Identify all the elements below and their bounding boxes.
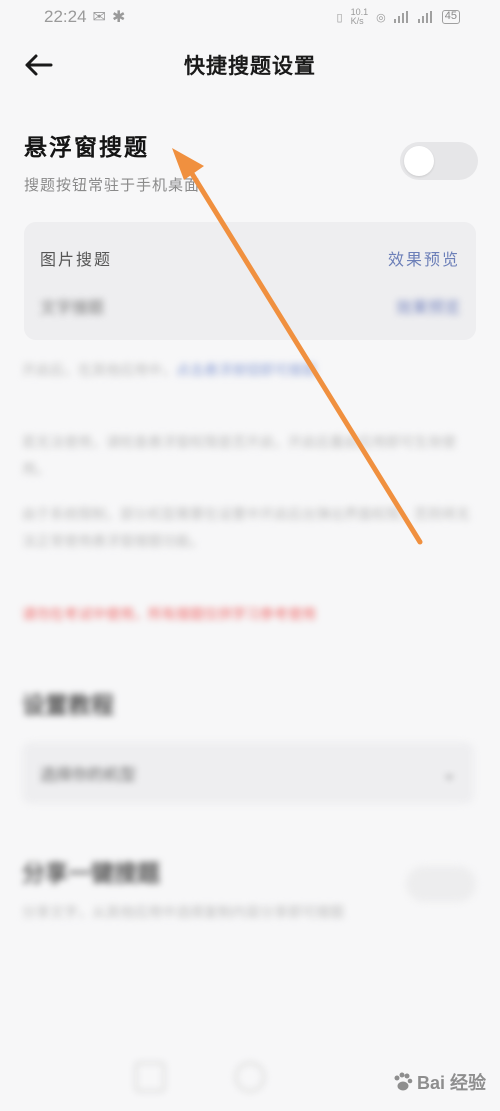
device-model-select[interactable]: 选择你的机型 ⌄	[22, 742, 474, 804]
text-search-label: 文字搜题	[40, 298, 105, 317]
info-paragraph-2: 若无法使用，请检查悬浮窗权限是否开启，开启后重启应用即可生效使用。	[22, 435, 456, 478]
warning-paragraph: 请勿在考试中使用，所有搜题仅供学习参考使用	[22, 607, 316, 623]
text-search-row: 文字搜题 效果预览	[40, 294, 460, 318]
info-paragraph-1: 开启后，在其他应用中，点击悬浮按钮即可搜题	[22, 358, 478, 385]
info-paragraph-3: 由于系统限制，部分机型需要在设置中开启后台弹出界面权限，否则将无法正常使用悬浮窗…	[22, 507, 470, 550]
baidu-watermark: Bai 经验	[392, 1069, 486, 1095]
signal-icon	[393, 11, 410, 23]
bluetooth-icon: ✱	[111, 9, 126, 26]
recent-apps-button[interactable]	[135, 1062, 165, 1092]
watermark-text: Bai 经验	[416, 1073, 486, 1093]
home-button[interactable]	[235, 1062, 265, 1092]
arrow-left-icon	[25, 54, 53, 76]
chevron-down-icon: ⌄	[442, 763, 456, 783]
tutorial-section-title: 设置教程	[22, 693, 114, 719]
wifi-icon: ◎	[376, 11, 386, 24]
page-title: 快捷搜题设置	[184, 53, 316, 78]
info-link-1[interactable]: 点击悬浮按钮即可搜题	[176, 363, 316, 379]
battery-icon: 45	[441, 10, 460, 24]
image-search-preview-link[interactable]: 效果预览	[388, 246, 460, 270]
text-search-preview-link[interactable]: 效果预览	[396, 294, 460, 318]
status-time: 22:24	[44, 7, 87, 26]
signal-icon-2	[417, 11, 434, 23]
info-text-1: 开启后，在其他应用中，	[22, 363, 176, 379]
share-description: 分享文字，从其他应用中选择复制内容分享即可搜题	[22, 905, 344, 921]
back-nav-button[interactable]	[335, 1062, 365, 1092]
notification-icon: ✉	[92, 9, 106, 26]
floating-search-toggle[interactable]	[400, 142, 478, 180]
paw-icon	[394, 1072, 413, 1091]
vibrate-icon: ▯	[336, 11, 343, 24]
status-bar: 22:24 ✉ ✱ ▯ 10.1 K/s ◎ 45	[0, 0, 500, 34]
device-model-value: 选择你的机型	[40, 765, 137, 784]
image-search-row: 图片搜题 效果预览	[40, 246, 460, 270]
floating-search-setting: 悬浮窗搜题 搜题按钮常驻于手机桌面	[24, 128, 480, 198]
share-toggle[interactable]	[406, 866, 476, 902]
title-bar: 快捷搜题设置	[0, 34, 500, 96]
toggle-knob	[404, 146, 434, 176]
back-button[interactable]	[20, 48, 56, 82]
image-search-label: 图片搜题	[40, 250, 113, 269]
preview-card: 图片搜题 效果预览 文字搜题 效果预览	[24, 222, 476, 340]
network-speed: 10.1 K/s	[350, 7, 369, 26]
share-section-title: 分享一键搜题	[22, 861, 160, 887]
